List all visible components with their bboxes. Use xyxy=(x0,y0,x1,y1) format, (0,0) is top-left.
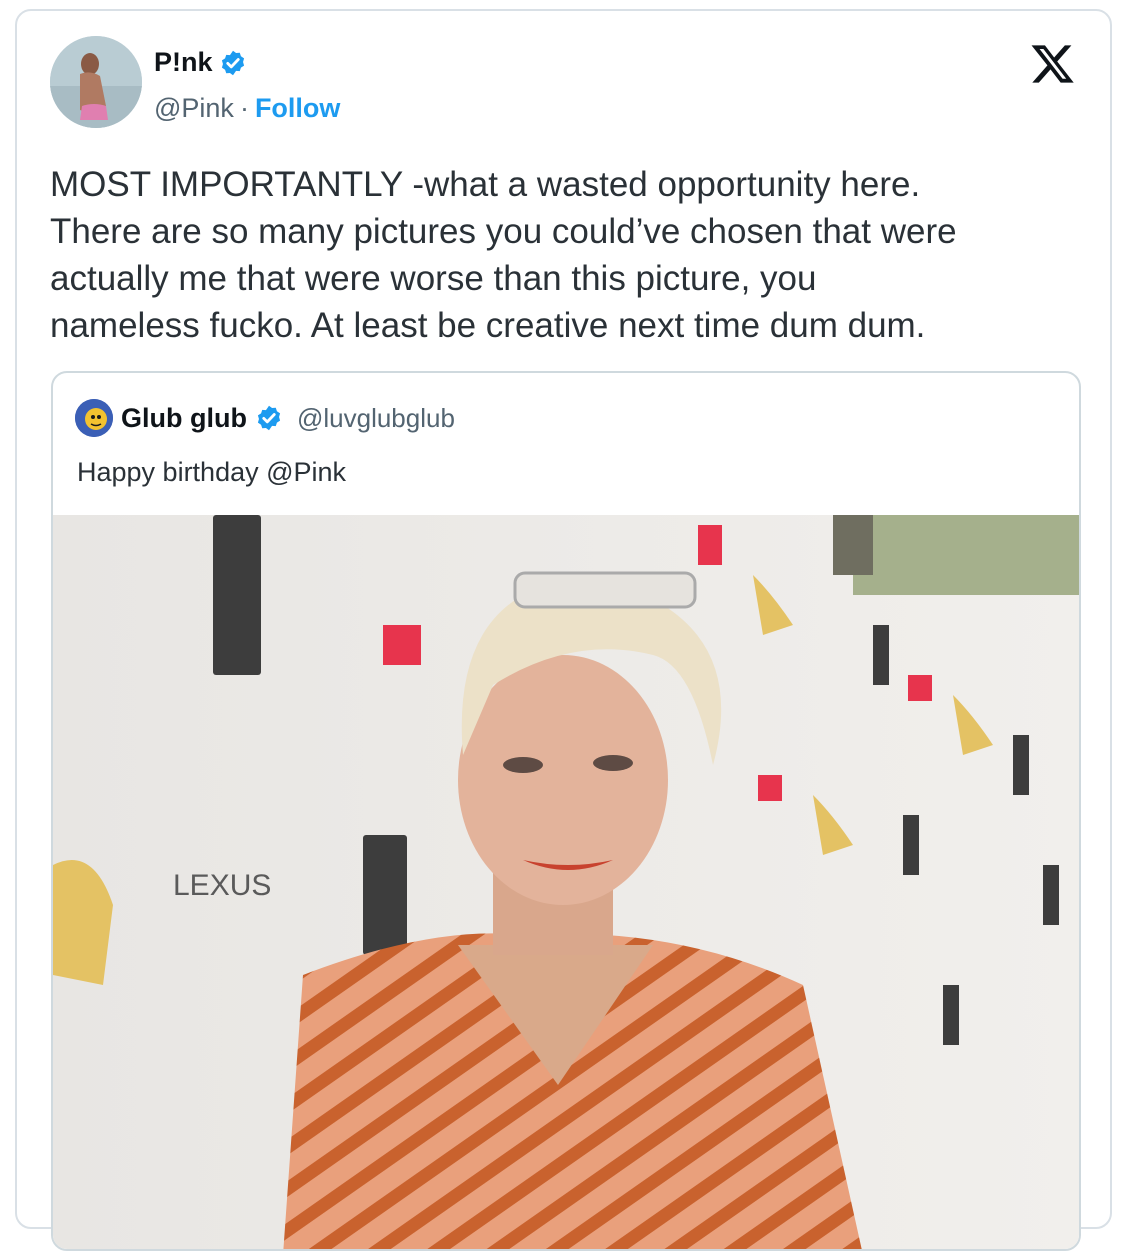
quoted-tweet-text: Happy birthday @Pink xyxy=(77,457,347,487)
tweet-text: MOST IMPORTANTLY -what a wasted opportun… xyxy=(50,165,957,345)
verified-badge-icon xyxy=(255,404,283,432)
author-name[interactable]: P!nk xyxy=(154,47,247,78)
quoted-author-avatar[interactable] xyxy=(75,399,113,437)
x-logo-icon[interactable] xyxy=(1030,41,1076,87)
quoted-tweet-header: Glub glub @luvglubglub xyxy=(75,399,455,437)
quoted-tweet[interactable]: Glub glub @luvglubglub Happy birthday @P… xyxy=(51,371,1081,1251)
author-handle-row: @Pink · Follow xyxy=(154,93,340,124)
svg-text:LEXUS: LEXUS xyxy=(173,869,271,902)
embedded-tweet-card: P!nk @Pink · Follow MOST IMPORTANTLY -wh… xyxy=(15,9,1112,1251)
verified-badge-icon xyxy=(219,49,247,77)
quoted-author-handle[interactable]: @luvglubglub xyxy=(297,403,455,434)
author-handle[interactable]: @Pink xyxy=(154,93,234,124)
author-name-text[interactable]: P!nk xyxy=(154,47,213,78)
follow-button[interactable]: Follow xyxy=(255,93,340,124)
author-avatar[interactable] xyxy=(50,36,142,128)
separator-dot: · xyxy=(239,93,249,123)
quoted-author-name[interactable]: Glub glub xyxy=(121,403,247,434)
quoted-tweet-photo[interactable]: LEXUS xyxy=(53,515,1079,1249)
